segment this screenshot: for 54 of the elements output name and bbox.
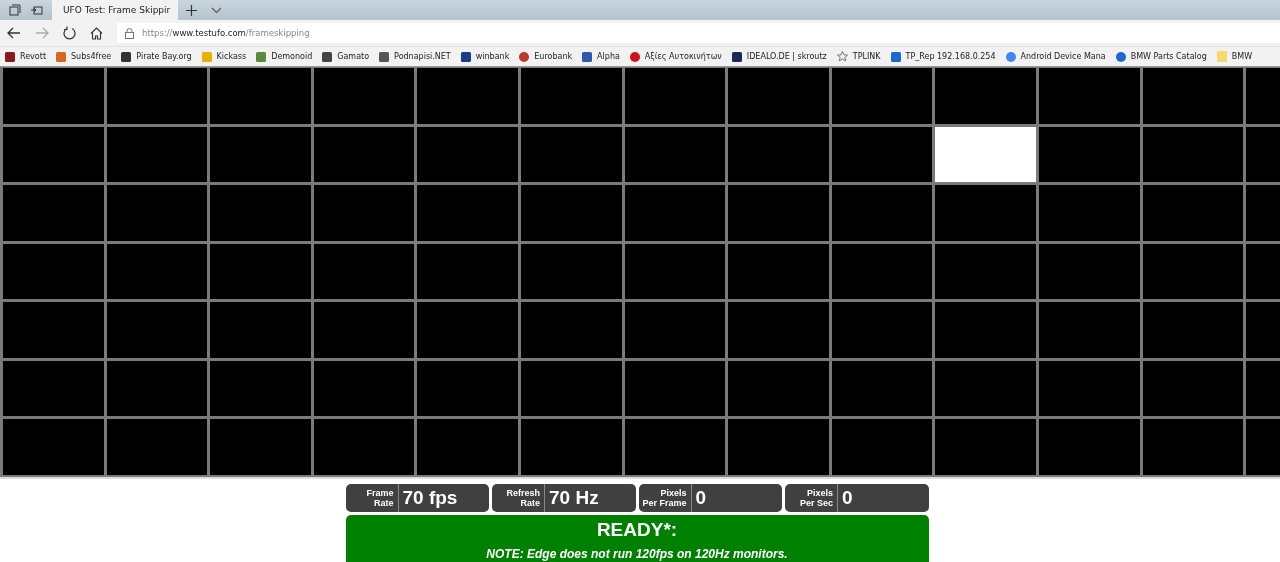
bookmark-link[interactable]: Eurobank xyxy=(519,51,573,62)
lock-icon xyxy=(125,27,134,39)
set-aside-tabs-icon[interactable] xyxy=(31,4,43,16)
bookmark-link[interactable]: Revott xyxy=(5,51,47,62)
bookmark-link[interactable]: Podnapisi.NET xyxy=(379,51,451,62)
site-icon xyxy=(582,51,593,62)
bookmark-link[interactable]: Pirate Bay.org xyxy=(121,51,192,62)
stat-value: 0 xyxy=(694,486,707,510)
stat-label: Pixels Per Sec xyxy=(785,484,838,512)
chevron-down-icon[interactable] xyxy=(211,6,222,14)
site-icon xyxy=(519,51,530,62)
refresh-icon[interactable] xyxy=(63,26,76,40)
bookmark-link[interactable]: Android Device Mana xyxy=(1005,51,1106,62)
site-icon xyxy=(379,51,390,62)
bookmark-link[interactable]: Gamato xyxy=(322,51,370,62)
bookmark-link[interactable]: IDEALO.DE | skroutz xyxy=(731,51,827,62)
site-icon xyxy=(629,51,640,62)
site-icon xyxy=(121,51,132,62)
site-icon xyxy=(56,51,67,62)
site-icon xyxy=(256,51,267,62)
bookmark-link[interactable]: Alpha xyxy=(582,51,620,62)
bookmark-link[interactable]: Kickass xyxy=(201,51,247,62)
site-icon xyxy=(731,51,742,62)
bookmark-link[interactable]: Demonoid xyxy=(256,51,313,62)
stat-value: 0 xyxy=(841,486,853,510)
bookmark-link[interactable]: winbank xyxy=(460,51,510,62)
address-bar[interactable]: https://www.testufo.com/frameskipping xyxy=(117,23,1280,43)
status-title: READY*: xyxy=(596,519,678,541)
home-icon[interactable] xyxy=(90,26,103,40)
bookmark-link[interactable]: BMW xyxy=(1216,51,1253,62)
site-icon xyxy=(5,51,15,62)
status-note: NOTE: Edge does not run 120fps on 120Hz monitors. xyxy=(486,547,788,561)
bookmark-link[interactable]: BMW Parts Catalog xyxy=(1115,51,1207,62)
stat-label: Refresh Rate xyxy=(492,484,545,512)
stat-value: 70 Hz xyxy=(548,486,599,510)
stat-label: Pixels Per Frame xyxy=(638,484,692,512)
stat-value: 70 fps xyxy=(401,486,458,510)
stat-label: Frame Rate xyxy=(345,484,399,512)
browser-tab[interactable]: UFO Test: Frame Skippir xyxy=(52,0,178,20)
new-tab-icon[interactable] xyxy=(186,4,197,16)
site-icon xyxy=(460,51,471,62)
site-icon xyxy=(1005,51,1016,62)
star-icon xyxy=(836,51,848,62)
back-icon[interactable] xyxy=(7,27,21,39)
site-icon xyxy=(890,51,901,62)
bookmark-link[interactable]: Αξίες Αυτοκινήτων xyxy=(629,51,722,62)
folder-icon xyxy=(1216,51,1227,62)
site-icon xyxy=(322,51,333,62)
bookmark-link[interactable]: TP_Rep 192.168.0.254 xyxy=(890,51,996,62)
bookmark-link[interactable]: TPLINK xyxy=(836,51,881,62)
site-icon xyxy=(1115,51,1126,62)
bookmark-link[interactable]: Subs4free xyxy=(56,51,112,62)
tab-list-icon[interactable] xyxy=(9,4,21,16)
site-icon xyxy=(201,51,212,62)
